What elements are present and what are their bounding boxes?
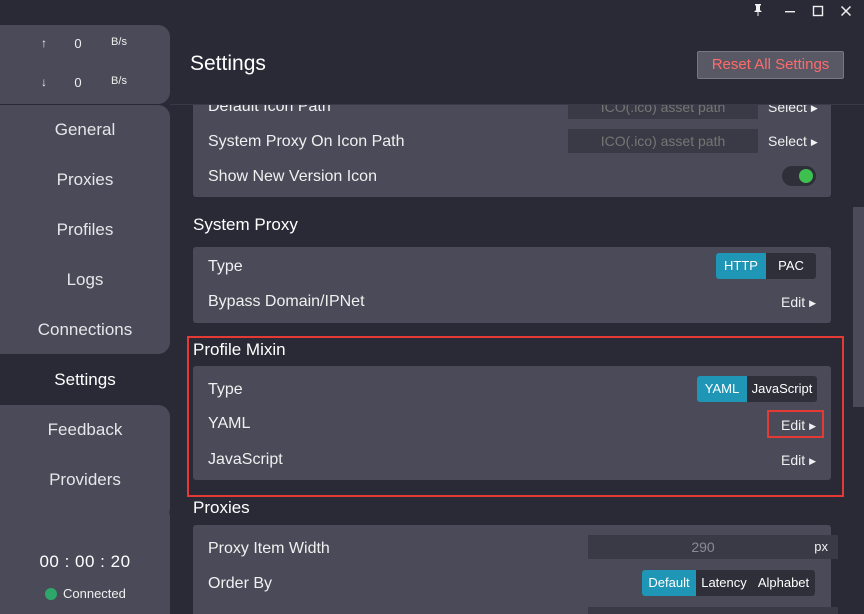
proxy-item-width-unit: px — [814, 539, 828, 554]
download-speed: ↓ 0 B/s — [0, 75, 170, 95]
order-by-latency[interactable]: Latency — [696, 570, 752, 596]
download-unit: B/s — [111, 75, 127, 87]
system-proxy-title: System Proxy — [193, 215, 298, 234]
bypass-edit-button[interactable]: Edit ▶ — [781, 294, 816, 310]
settings-scrollbar[interactable] — [853, 207, 864, 407]
connection-status-dot-icon — [45, 588, 57, 600]
nav-group-top: General Proxies Profiles Logs Connection… — [0, 105, 170, 354]
proxies-title: Proxies — [193, 498, 250, 517]
upload-value: 0 — [74, 36, 82, 51]
nav-item-profiles[interactable]: Profiles — [0, 205, 170, 255]
close-icon[interactable] — [836, 3, 856, 23]
show-new-version-toggle[interactable] — [782, 166, 816, 186]
system-proxy-type-http[interactable]: HTTP — [716, 253, 766, 279]
profile-mixin-title: Profile Mixin — [193, 340, 286, 359]
uptime-clock: 00 : 00 : 20 — [39, 552, 131, 571]
upload-speed: ↑ 0 B/s — [0, 36, 170, 56]
profile-mixin-javascript-edit-button[interactable]: Edit ▶ — [781, 452, 816, 468]
nav-item-general[interactable]: General — [0, 105, 170, 155]
proxy-item-width-input[interactable]: 290 px — [588, 535, 838, 559]
order-by-label: Order By — [208, 575, 273, 592]
proxies-card: Proxy Item Width 290 px Order By Default… — [193, 525, 838, 614]
nav-item-feedback[interactable]: Feedback — [0, 405, 170, 455]
connection-status: Connected — [63, 586, 126, 601]
system-proxy-card: Type HTTP PAC Bypass Domain/IPNet Edit ▶ — [193, 247, 831, 323]
pin-icon[interactable] — [748, 3, 768, 23]
show-new-version-label: Show New Version Icon — [208, 168, 377, 185]
profile-mixin-yaml-label: YAML — [208, 415, 251, 432]
maximize-icon[interactable] — [808, 3, 828, 23]
nav-group-bottom: Feedback Providers — [0, 405, 170, 520]
nav-item-providers[interactable]: Providers — [0, 455, 170, 505]
system-proxy-icon-label: System Proxy On Icon Path — [208, 133, 405, 150]
next-setting-input[interactable] — [588, 607, 838, 614]
system-proxy-type-switch: HTTP PAC — [716, 253, 816, 279]
download-value: 0 — [74, 75, 82, 90]
caret-right-icon: ▶ — [809, 298, 817, 308]
traffic-panel: ↑ 0 B/s ↓ 0 B/s — [0, 25, 170, 104]
caret-right-icon: ▶ — [809, 456, 817, 466]
profile-mixin-yaml-edit-button[interactable]: Edit ▶ — [781, 417, 816, 433]
nav-item-logs[interactable]: Logs — [0, 255, 170, 305]
system-proxy-icon-select-button[interactable]: Select ▶ — [768, 133, 818, 149]
toggle-knob — [799, 169, 813, 183]
page-title: Settings — [190, 52, 266, 75]
caret-right-icon: ▶ — [810, 137, 818, 147]
download-arrow-icon: ↓ — [41, 75, 47, 89]
order-by-default[interactable]: Default — [642, 570, 696, 596]
order-by-switch: Default Latency Alphabet — [642, 570, 815, 596]
profile-mixin-javascript-label: JavaScript — [208, 451, 283, 468]
proxy-item-width-label: Proxy Item Width — [208, 540, 330, 557]
profile-mixin-type-switch: YAML JavaScript — [697, 376, 817, 402]
bypass-domain-label: Bypass Domain/IPNet — [208, 293, 365, 310]
system-proxy-icon-path-input[interactable] — [568, 129, 758, 153]
profile-mixin-card: Type YAML JavaScript YAML Edit ▶ JavaScri… — [193, 366, 831, 480]
profile-mixin-type-javascript[interactable]: JavaScript — [747, 376, 817, 402]
profile-mixin-type-label: Type — [208, 381, 243, 398]
profile-mixin-type-yaml[interactable]: YAML — [697, 376, 747, 402]
system-proxy-type-label: Type — [208, 258, 243, 275]
title-bar — [0, 0, 864, 25]
system-proxy-type-pac[interactable]: PAC — [766, 253, 816, 279]
nav-item-settings[interactable]: Settings — [0, 355, 170, 405]
reset-all-settings-button[interactable]: Reset All Settings — [697, 51, 844, 79]
status-panel: 00 : 00 : 20 Connected — [0, 505, 170, 614]
sidebar: ↑ 0 B/s ↓ 0 B/s General Proxies Profiles… — [0, 25, 170, 614]
upload-unit: B/s — [111, 36, 127, 48]
upload-arrow-icon: ↑ — [41, 36, 47, 50]
order-by-alphabet[interactable]: Alphabet — [752, 570, 815, 596]
caret-right-icon: ▶ — [809, 421, 817, 431]
minimize-icon[interactable] — [780, 3, 800, 23]
nav-item-proxies[interactable]: Proxies — [0, 155, 170, 205]
page-header: Settings Reset All Settings — [170, 25, 864, 105]
proxy-item-width-value: 290 — [691, 539, 715, 555]
settings-main: Default Icon Path Select▶ System Proxy O… — [170, 25, 864, 614]
nav-item-connections[interactable]: Connections — [0, 305, 170, 355]
